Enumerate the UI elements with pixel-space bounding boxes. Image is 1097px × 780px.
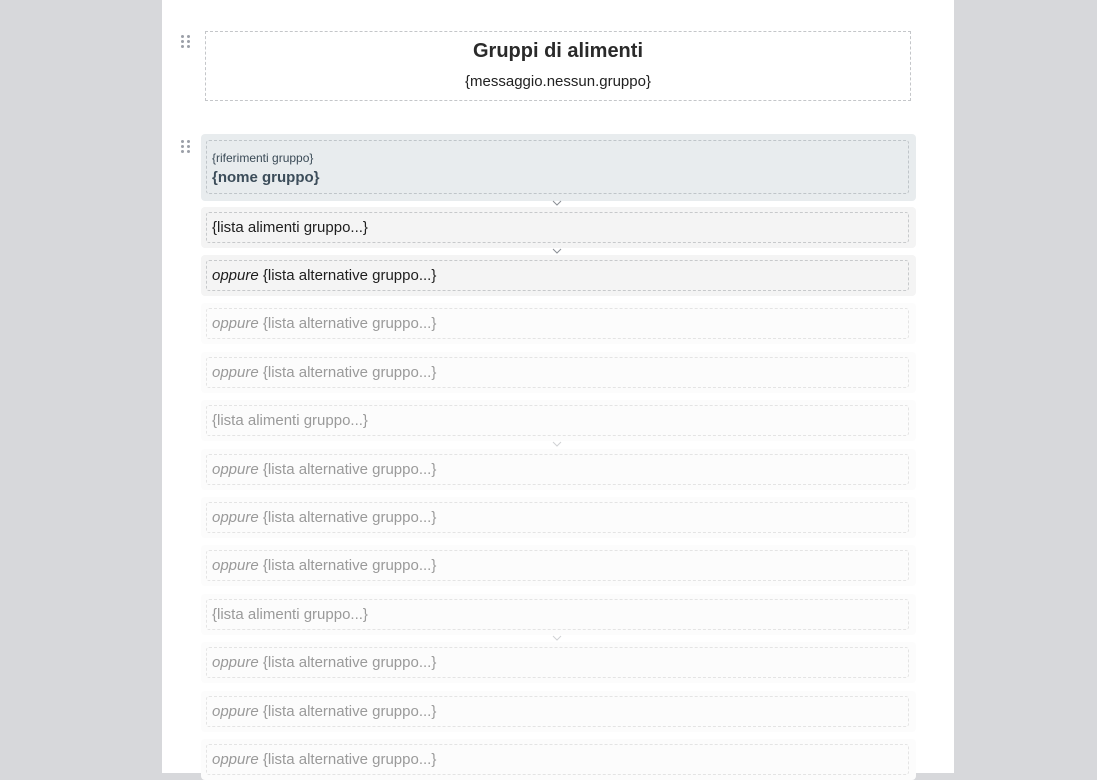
oppure-label: oppure	[212, 461, 259, 478]
document-page: Gruppi di alimenti {messaggio.nessun.gru…	[162, 0, 954, 780]
list-row-field[interactable]: oppure {lista alternative gruppo...}	[206, 260, 909, 291]
group-name: {nome gruppo}	[212, 169, 320, 186]
group-header[interactable]: {riferimenti gruppo} {nome gruppo}	[206, 140, 909, 194]
list-row[interactable]: oppure {lista alternative gruppo...}	[201, 449, 916, 490]
drag-handle-icon[interactable]	[181, 140, 191, 153]
section-title: Gruppi di alimenti	[472, 40, 643, 62]
list-row[interactable]: oppure {lista alternative gruppo...}	[201, 642, 916, 683]
oppure-label: oppure	[212, 315, 259, 332]
chevron-down-icon[interactable]	[551, 440, 563, 448]
list-row-text: {lista alternative gruppo...}	[258, 654, 437, 671]
list-row-text: {lista alimenti gruppo...}	[212, 412, 368, 429]
list-row-field[interactable]: {lista alimenti gruppo...}	[206, 405, 909, 436]
list-row-field[interactable]: oppure {lista alternative gruppo...}	[206, 696, 909, 727]
list-row-field[interactable]: oppure {lista alternative gruppo...}	[206, 647, 909, 678]
list-row-field[interactable]: oppure {lista alternative gruppo...}	[206, 550, 909, 581]
oppure-label: oppure	[212, 751, 259, 768]
list-row-field[interactable]: {lista alimenti gruppo...}	[206, 599, 909, 630]
list-row[interactable]: oppure {lista alternative gruppo...}	[201, 303, 916, 344]
list-row[interactable]: oppure {lista alternative gruppo...}	[201, 739, 916, 780]
list-row-field[interactable]: oppure {lista alternative gruppo...}	[206, 502, 909, 533]
group-block[interactable]: {riferimenti gruppo} {nome gruppo}	[201, 134, 916, 201]
list-row-text: {lista alimenti gruppo...}	[212, 219, 368, 236]
oppure-label: oppure	[212, 509, 259, 526]
chevron-down-icon[interactable]	[551, 634, 563, 642]
group-reference: {riferimenti gruppo}	[212, 151, 314, 165]
list-row[interactable]: oppure {lista alternative gruppo...}	[201, 545, 916, 586]
list-row[interactable]: oppure {lista alternative gruppo...}	[201, 497, 916, 538]
list-row[interactable]: oppure {lista alternative gruppo...}	[201, 255, 916, 296]
list-row-text: {lista alternative gruppo...}	[258, 509, 437, 526]
list-row[interactable]: {lista alimenti gruppo...}	[201, 207, 916, 248]
list-row-text: {lista alternative gruppo...}	[258, 315, 437, 332]
chevron-down-icon[interactable]	[551, 247, 563, 255]
oppure-label: oppure	[212, 267, 259, 284]
list-row-field[interactable]: oppure {lista alternative gruppo...}	[206, 454, 909, 485]
list-row-text: {lista alternative gruppo...}	[258, 364, 437, 381]
list-row-field[interactable]: oppure {lista alternative gruppo...}	[206, 744, 909, 775]
oppure-label: oppure	[212, 654, 259, 671]
list-row-text: {lista alternative gruppo...}	[258, 267, 437, 284]
list-row-field[interactable]: {lista alimenti gruppo...}	[206, 212, 909, 243]
oppure-label: oppure	[212, 703, 259, 720]
groups-header-block[interactable]: Gruppi di alimenti {messaggio.nessun.gru…	[205, 31, 911, 101]
list-row-text: {lista alternative gruppo...}	[258, 751, 437, 768]
list-row[interactable]: oppure {lista alternative gruppo...}	[201, 691, 916, 732]
list-row-field[interactable]: oppure {lista alternative gruppo...}	[206, 357, 909, 388]
list-row-field[interactable]: oppure {lista alternative gruppo...}	[206, 308, 909, 339]
list-row-text: {lista alternative gruppo...}	[258, 461, 437, 478]
chevron-down-icon[interactable]	[551, 199, 563, 207]
oppure-label: oppure	[212, 557, 259, 574]
no-group-message: {messaggio.nessun.gruppo}	[465, 73, 651, 90]
list-row[interactable]: {lista alimenti gruppo...}	[201, 594, 916, 635]
list-row-text: {lista alternative gruppo...}	[258, 703, 437, 720]
drag-handle-icon[interactable]	[181, 35, 191, 48]
list-row[interactable]: {lista alimenti gruppo...}	[201, 400, 916, 441]
list-row[interactable]: oppure {lista alternative gruppo...}	[201, 352, 916, 393]
list-row-text: {lista alternative gruppo...}	[258, 557, 437, 574]
oppure-label: oppure	[212, 364, 259, 381]
list-row-text: {lista alimenti gruppo...}	[212, 606, 368, 623]
